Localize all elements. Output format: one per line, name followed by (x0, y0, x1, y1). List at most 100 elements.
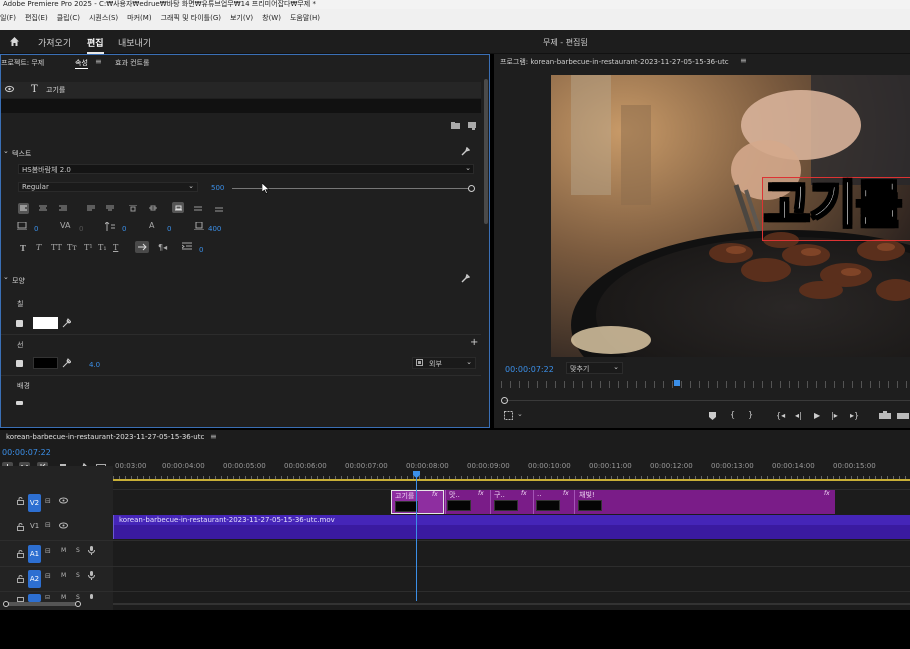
solo-button[interactable]: S (76, 572, 80, 579)
underline-icon[interactable]: T (113, 243, 118, 252)
panel-tab-project[interactable]: 프로젝트: 무제 (1, 58, 44, 68)
menu-graphics[interactable]: 그래픽 및 타이틀(G) (161, 14, 221, 22)
v2-clip-2[interactable]: 맛.. fx (445, 490, 489, 514)
lock-icon[interactable] (17, 497, 24, 505)
all-caps-icon[interactable]: TT (51, 243, 62, 252)
track-target-a3[interactable]: A3 (28, 594, 41, 602)
new-folder-icon[interactable] (451, 122, 460, 129)
menu-icon[interactable]: ≡ (95, 57, 102, 66)
indent-value[interactable]: 0 (199, 246, 203, 254)
track-target-v2[interactable]: V2 (28, 494, 41, 512)
sync-lock-icon[interactable]: ⊟ (45, 594, 50, 601)
font-size-value[interactable]: 500 (211, 184, 224, 192)
faux-italic-icon[interactable]: T (36, 243, 41, 252)
sync-lock-icon[interactable]: ⊟ (45, 521, 51, 529)
work-area-bar[interactable] (113, 479, 910, 481)
eyedropper-icon[interactable] (62, 358, 71, 368)
chevron-down-icon[interactable]: ⌄ (517, 410, 523, 418)
menu-help[interactable]: 도움말(H) (290, 14, 320, 22)
eye-icon[interactable] (5, 85, 14, 93)
timeline-horizontal-scroll[interactable] (113, 603, 910, 605)
align-center-icon[interactable] (39, 205, 47, 212)
mute-button[interactable]: M (61, 547, 66, 554)
menu-view[interactable]: 보기(V) (230, 14, 253, 22)
go-to-out-icon[interactable]: ▸} (850, 411, 859, 420)
track-label-v1[interactable]: V1 (30, 522, 39, 530)
fit-select[interactable]: 맞추기 ⌄ (566, 362, 623, 374)
mute-button[interactable]: M (61, 572, 66, 579)
sequence-tab[interactable]: korean-barbecue-in-restaurant-2023-11-27… (6, 433, 204, 441)
font-family-select[interactable]: HS봄바람체 2.0 ⌄ (18, 164, 474, 174)
chevron-down-icon[interactable]: ⌄ (3, 147, 9, 155)
timeline-zoom-scrollbar[interactable] (6, 602, 80, 606)
fill-checkbox[interactable] (16, 320, 23, 327)
menu-marker[interactable]: 마커(M) (127, 14, 151, 22)
mark-out-icon[interactable]: } (748, 410, 753, 419)
timeline-ruler[interactable]: 00:03:00 00:00:04:00 00:00:05:00 00:00:0… (113, 462, 910, 476)
sync-lock-icon[interactable]: ⊟ (45, 547, 51, 555)
sync-lock-icon[interactable]: ⊟ (45, 572, 51, 580)
eye-icon[interactable] (59, 522, 68, 529)
background-checkbox[interactable] (16, 401, 23, 405)
play-icon[interactable]: ▶ (814, 411, 820, 420)
distribute-icon[interactable] (194, 205, 202, 212)
subtab-effect-controls[interactable]: 효과 컨트롤 (115, 58, 149, 68)
small-caps-icon[interactable]: Tт (67, 243, 77, 252)
step-back-icon[interactable]: ◂| (795, 411, 802, 420)
solo-button[interactable]: S (76, 547, 80, 554)
justify-all-icon[interactable] (215, 207, 223, 212)
go-to-in-icon[interactable]: {◂ (776, 411, 785, 420)
sync-lock-icon[interactable]: ⊟ (45, 497, 51, 505)
new-layer-icon[interactable] (468, 122, 476, 130)
superscript-icon[interactable]: T¹ (84, 243, 93, 252)
ltr-direction-button[interactable] (135, 241, 149, 253)
stroke-width-value[interactable]: 4.0 (89, 361, 100, 369)
align-right-icon[interactable] (59, 205, 67, 212)
subscript-icon[interactable]: T₁ (98, 243, 107, 252)
extract-icon[interactable] (897, 411, 909, 419)
microphone-icon[interactable] (88, 571, 95, 580)
mark-in-icon[interactable]: { (730, 410, 735, 419)
overlay-title-text[interactable]: 고기를 (763, 173, 903, 237)
workspace-tab-edit[interactable]: 편집 (87, 36, 104, 54)
rtl-direction-icon[interactable]: ¶◂ (158, 243, 167, 252)
lock-icon[interactable] (17, 523, 24, 531)
align-top-icon[interactable] (129, 205, 137, 212)
program-zoom-bar[interactable] (504, 400, 910, 401)
playhead-marker[interactable] (674, 380, 680, 386)
menu-clip[interactable]: 클립(C) (57, 14, 80, 22)
microphone-icon[interactable] (88, 546, 95, 555)
menu-icon[interactable]: ≡ (210, 432, 217, 441)
workspace-tab-import[interactable]: 가져오기 (38, 36, 71, 49)
justify-center-icon[interactable] (106, 205, 114, 212)
menu-window[interactable]: 창(W) (262, 14, 281, 22)
justify-left-icon[interactable] (87, 205, 95, 212)
faux-bold-icon[interactable]: T (20, 243, 26, 253)
kerning-value[interactable]: 0 (79, 225, 83, 233)
program-timecode[interactable]: 00:00:07:22 (505, 365, 554, 374)
v2-clip-4[interactable]: .. fx (533, 490, 573, 514)
track-target-a1[interactable]: A1 (28, 545, 41, 563)
wrench-icon[interactable] (461, 274, 470, 283)
tsume-value[interactable]: 400 (208, 225, 221, 233)
wrench-icon[interactable] (461, 147, 470, 156)
mute-button[interactable]: M (61, 594, 66, 601)
zoom-handle-left[interactable] (3, 601, 9, 607)
timeline-playhead[interactable] (416, 473, 417, 601)
safe-margins-icon[interactable] (504, 411, 513, 420)
lock-icon[interactable] (17, 575, 24, 583)
program-ruler[interactable] (501, 381, 910, 388)
step-forward-icon[interactable]: |▸ (831, 411, 838, 420)
panel-scrollbar[interactable] (484, 79, 488, 224)
track-target-a2[interactable]: A2 (28, 570, 41, 588)
lift-icon[interactable] (879, 411, 891, 419)
microphone-icon[interactable] (88, 594, 95, 600)
subtab-properties[interactable]: 속성 (75, 58, 88, 69)
add-marker-icon[interactable] (709, 412, 716, 420)
home-icon[interactable] (9, 36, 20, 47)
stroke-color-swatch[interactable] (33, 357, 58, 369)
v2-clip-3[interactable]: 구.. fx (490, 490, 532, 514)
baseline-value[interactable]: 0 (167, 225, 171, 233)
zoom-handle[interactable] (501, 397, 508, 404)
menu-sequence[interactable]: 시퀀스(S) (89, 14, 118, 22)
